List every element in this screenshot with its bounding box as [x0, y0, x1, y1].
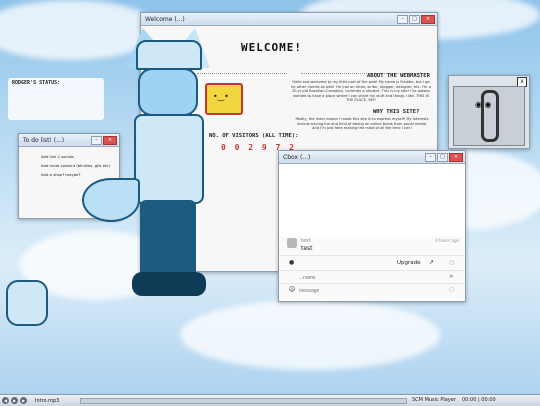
- background-cloud: [180, 300, 440, 370]
- minimize-button[interactable]: –: [397, 14, 408, 24]
- welcome-titlebar[interactable]: Welcome (...) – □ ×: [141, 13, 437, 26]
- music-player-bar: ◀ ▶ ▶ Intro.mp3 SCM Music Player 00:00 |…: [0, 394, 540, 406]
- play-icon[interactable]: ▶: [11, 397, 18, 404]
- seek-bar[interactable]: [80, 398, 407, 404]
- close-button[interactable]: ×: [449, 152, 463, 162]
- name-input[interactable]: [297, 272, 441, 283]
- refresh-icon[interactable]: ○: [449, 286, 454, 293]
- minimize-button[interactable]: –: [91, 135, 102, 145]
- status-label: RODGER'S STATUS:: [12, 80, 61, 86]
- todo-titlebar[interactable]: To do list! (...) – ×: [19, 134, 119, 147]
- chat-window: Cbox (...) – □ × test test 4 hours ago ● U…: [278, 150, 466, 302]
- message-avatar: [287, 238, 297, 248]
- track-name: Intro.mp3: [35, 397, 60, 404]
- prev-icon[interactable]: ◀: [2, 397, 9, 404]
- window-title: Welcome (...): [145, 15, 185, 23]
- about-text: Hello and welcome to my little part of t…: [291, 80, 431, 103]
- paperclip-eyes-icon: ◉ ◉: [475, 100, 492, 109]
- window-title: To do list! (...): [23, 136, 65, 144]
- message-list: [279, 164, 465, 236]
- player-time: 00:00 | 00:00: [462, 397, 496, 403]
- player-app-name: SCM Music Player: [412, 397, 456, 403]
- close-button[interactable]: ×: [421, 14, 435, 24]
- character-head: [138, 68, 198, 116]
- paperclip-icon: [481, 90, 499, 142]
- chat-titlebar[interactable]: Cbox (...) – □ ×: [279, 151, 465, 164]
- character-hat: [136, 40, 202, 70]
- emoji-icon[interactable]: ☺: [289, 286, 295, 293]
- why-heading: WHY THIS SITE?: [373, 109, 420, 115]
- why-text: Really, the main reason I made this site…: [295, 117, 429, 131]
- minimize-button[interactable]: –: [425, 152, 436, 162]
- next-icon[interactable]: ▶: [20, 397, 27, 404]
- todo-item: Add link 2 socials: [41, 154, 74, 159]
- welcome-heading: WELCOME!: [241, 41, 302, 54]
- character-body: [134, 114, 204, 204]
- settings-icon[interactable]: ○: [449, 259, 454, 266]
- character-boots: [132, 272, 206, 296]
- character-mascot: [82, 28, 228, 298]
- todo-item: Add a shop? maybe?: [41, 172, 81, 177]
- message-input[interactable]: [297, 285, 441, 296]
- user-icon: ●: [289, 259, 295, 266]
- character-legs: [140, 200, 196, 280]
- small-mascot: [6, 280, 48, 326]
- divider: [279, 270, 465, 271]
- message-author: test: [301, 238, 311, 244]
- character-tail: [82, 178, 140, 222]
- window-title: Cbox (...): [283, 153, 311, 161]
- send-icon[interactable]: ➤: [449, 273, 454, 280]
- divider: [279, 255, 465, 256]
- divider: [279, 283, 465, 284]
- message-time: 4 hours ago: [435, 238, 459, 243]
- external-link-icon[interactable]: ↗: [429, 259, 434, 266]
- todo-item: Add more content (blinkies, gifs etc): [41, 163, 111, 168]
- upgrade-link[interactable]: Upgrade: [397, 260, 421, 266]
- maximize-button[interactable]: □: [409, 14, 420, 24]
- message-text: test: [301, 245, 313, 252]
- maximize-button[interactable]: □: [437, 152, 448, 162]
- about-heading: ABOUT THE WEBMASTER: [367, 73, 430, 79]
- clippy-window: x ◉ ◉: [448, 75, 530, 149]
